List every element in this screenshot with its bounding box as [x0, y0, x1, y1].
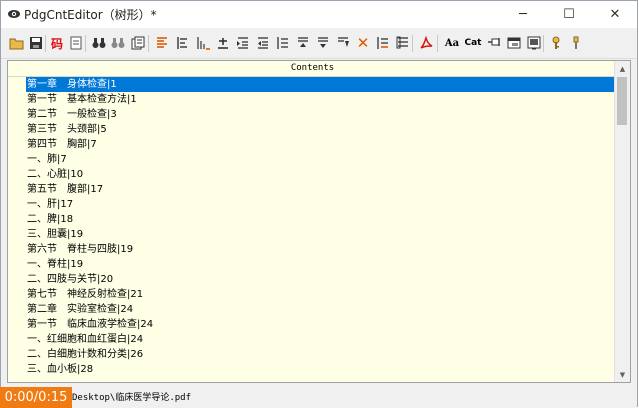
push-pin-icon[interactable]: [485, 34, 503, 52]
video-timer-overlay: 0:00/0:15: [0, 387, 72, 408]
title-bar[interactable]: PdgCntEditor（树形）* ─ ☐ ✕: [1, 1, 637, 28]
scroll-thumb[interactable]: [617, 77, 627, 125]
tree-item[interactable]: 二、脾|18: [26, 212, 77, 227]
maximize-icon: ☐: [563, 7, 575, 22]
tree-item[interactable]: 二、白细胞计数和分类|26: [26, 347, 147, 362]
tree-item[interactable]: 第六节 脊柱与四肢|19: [26, 242, 137, 257]
find-replace-icon[interactable]: [109, 34, 127, 52]
plus-minus-icon[interactable]: [214, 34, 232, 52]
contents-tree-panel[interactable]: Contents 第一章 身体检查|1 第一节 基本检查方法|1 第二节 一般检查|…: [7, 60, 631, 383]
tool-icon[interactable]: [567, 34, 585, 52]
pdf-icon[interactable]: [417, 34, 435, 52]
move-down-icon[interactable]: [314, 34, 332, 52]
tree-item[interactable]: 第五节 腹部|17: [26, 182, 107, 197]
minimize-button[interactable]: ─: [500, 1, 546, 28]
contents-column-header[interactable]: Contents: [8, 61, 617, 77]
tree-item[interactable]: 一、红细胞和血红蛋白|24: [26, 332, 147, 347]
arrow-down-icon[interactable]: [334, 34, 352, 52]
expand-icon[interactable]: [374, 34, 392, 52]
document-icon[interactable]: [129, 34, 147, 52]
tree-item[interactable]: 第三节 头颈部|5: [26, 122, 111, 137]
tree-item[interactable]: 三、血小板|28: [26, 362, 97, 377]
save-icon[interactable]: [27, 34, 45, 52]
window-icon[interactable]: [505, 34, 523, 52]
list-icon[interactable]: [173, 34, 191, 52]
tree-item[interactable]: 三、胆囊|19: [26, 227, 87, 242]
collapse-icon[interactable]: [394, 34, 412, 52]
delete-label: ✕: [356, 34, 370, 52]
app-window: PdgCntEditor（树形）* ─ ☐ ✕ 码 ✕ Aa Cat Conte…: [0, 0, 638, 408]
tree-item[interactable]: 一、肺|7: [26, 152, 71, 167]
screen-icon[interactable]: [525, 34, 543, 52]
close-icon: ✕: [609, 7, 621, 22]
page-icon[interactable]: [67, 34, 85, 52]
status-file-path: Desktop\临床医学导论.pdf: [72, 393, 192, 403]
tree-item[interactable]: 第七节 神经反射检查|21: [26, 287, 147, 302]
close-button[interactable]: ✕: [592, 1, 638, 28]
tree-item[interactable]: 一、肝|17: [26, 197, 77, 212]
tree-item[interactable]: 第二章 实验室检查|24: [26, 302, 137, 317]
list-numbered-icon[interactable]: [194, 34, 212, 52]
scroll-up-icon[interactable]: ▲: [615, 61, 630, 76]
minimize-icon: ─: [519, 7, 527, 22]
font-case-icon[interactable]: Aa: [442, 34, 462, 52]
app-eye-icon: [8, 10, 20, 18]
font-case-label: Aa: [444, 37, 460, 49]
key-icon[interactable]: [547, 34, 565, 52]
code-icon[interactable]: 码: [48, 34, 66, 52]
tree-item[interactable]: 二、四肢与关节|20: [26, 272, 117, 287]
indent-bar-icon[interactable]: [274, 34, 292, 52]
toolbar: 码 ✕ Aa Cat: [1, 29, 637, 59]
tree-item[interactable]: 一、脊柱|19: [26, 257, 87, 272]
code-label: 码: [50, 36, 63, 51]
delete-icon[interactable]: ✕: [354, 34, 372, 52]
outdent-icon[interactable]: [254, 34, 272, 52]
maximize-button[interactable]: ☐: [546, 1, 592, 28]
category-icon[interactable]: Cat: [462, 34, 484, 52]
binoculars-icon[interactable]: [90, 34, 108, 52]
tree-item[interactable]: 第四节 胸部|7: [26, 137, 101, 152]
category-label: Cat: [464, 38, 482, 48]
scroll-down-icon[interactable]: ▼: [615, 367, 630, 382]
window-title: PdgCntEditor（树形）*: [24, 8, 157, 22]
indent-left-icon[interactable]: [234, 34, 252, 52]
vertical-scrollbar[interactable]: ▲ ▼: [614, 61, 630, 382]
open-folder-icon[interactable]: [8, 34, 26, 52]
status-bar: Desktop\临床医学导论.pdf: [1, 386, 637, 408]
tree-item[interactable]: 第一章 身体检查|1: [26, 77, 615, 92]
move-up-icon[interactable]: [294, 34, 312, 52]
tree-item[interactable]: 二、心脏|10: [26, 167, 87, 182]
tree-item[interactable]: 第二节 一般检查|3: [26, 107, 121, 122]
tree-item[interactable]: 第一节 临床血液学检查|24: [26, 317, 157, 332]
align-text-icon[interactable]: [153, 34, 171, 52]
tree-item[interactable]: 第一节 基本检查方法|1: [26, 92, 141, 107]
